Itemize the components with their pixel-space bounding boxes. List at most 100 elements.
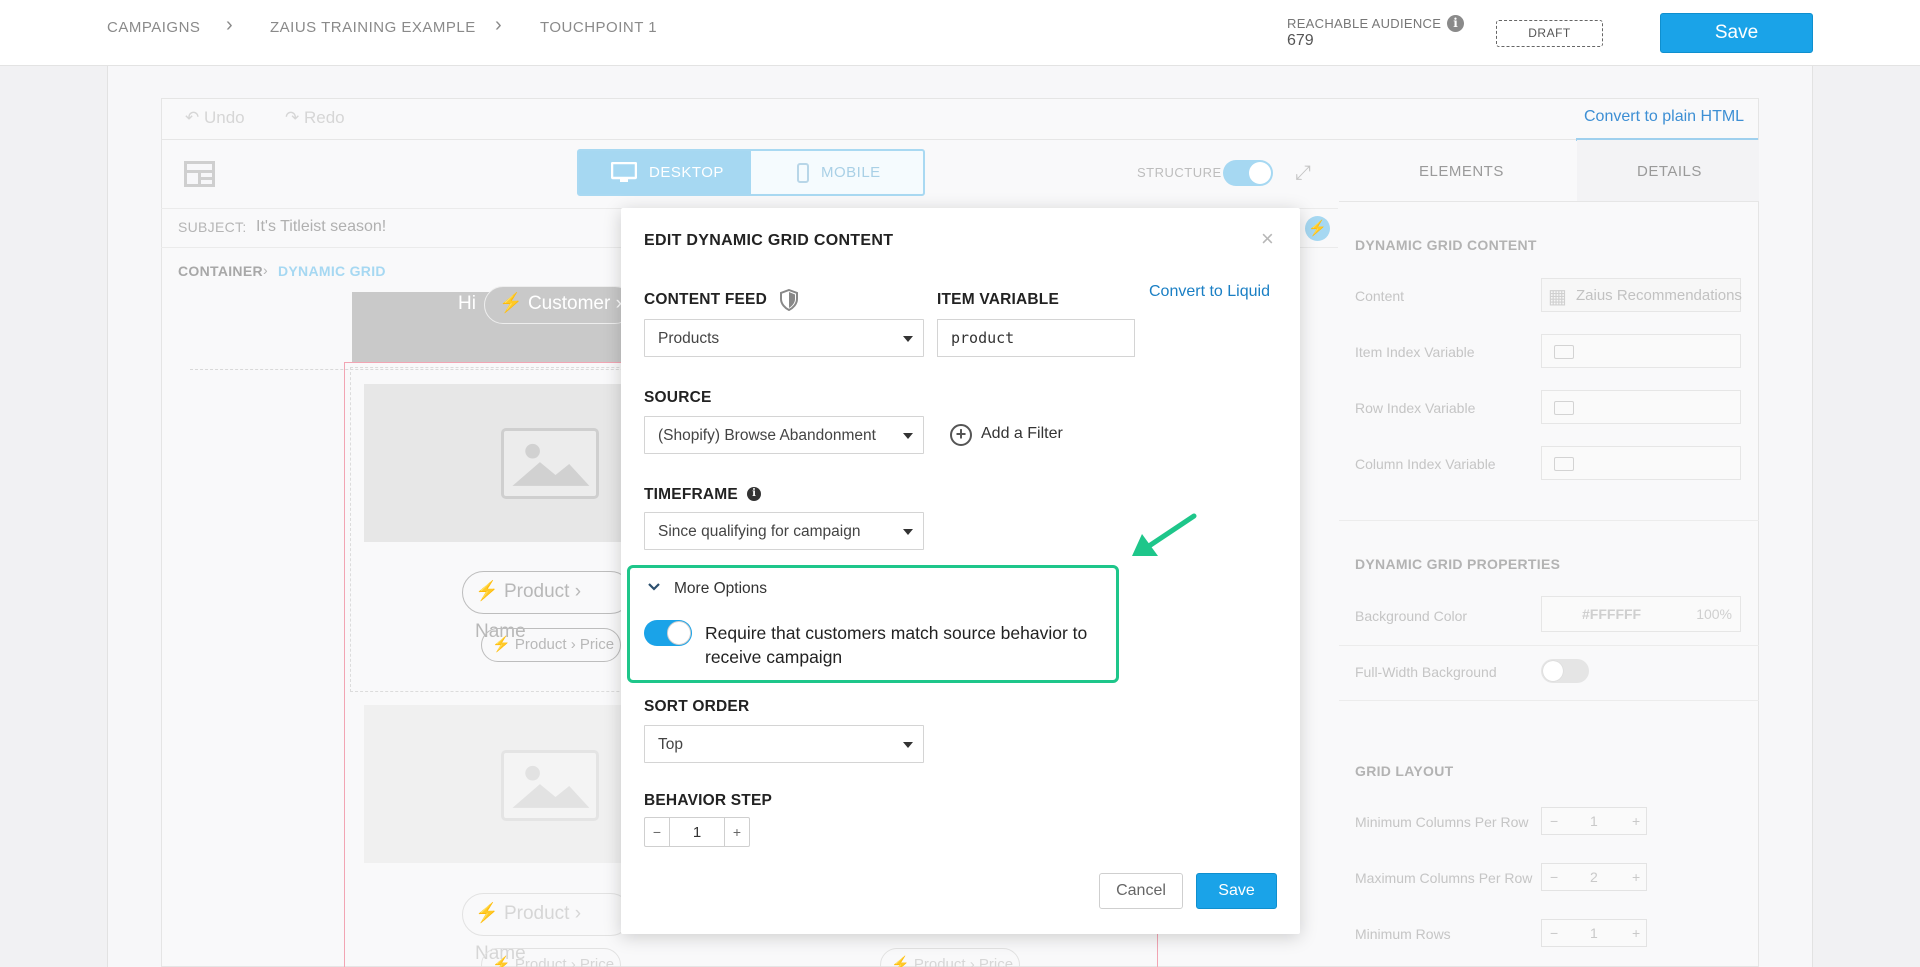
item-variable-label: ITEM VARIABLE <box>937 291 1060 308</box>
section-dynamic-grid-content: DYNAMIC GRID CONTENT <box>1355 237 1537 253</box>
min-rows-label: Minimum Rows <box>1355 926 1451 942</box>
source-value: (Shopify) Browse Abandonment <box>658 427 876 444</box>
undo-toolbar <box>161 98 1759 140</box>
chevron-right-icon: › <box>226 14 233 36</box>
sort-order-select[interactable]: Top <box>644 725 924 763</box>
undo-button[interactable]: ↶ Undo <box>185 108 245 128</box>
layout-icon[interactable] <box>184 161 215 187</box>
min-rows-stepper[interactable]: −1 + <box>1541 919 1647 947</box>
merge-tag-label: Product › Price <box>514 636 615 653</box>
merge-tag-customer[interactable]: ⚡ Customer › <box>484 286 634 324</box>
sort-order-value: Top <box>658 736 683 753</box>
redo-button[interactable]: ↷ Redo <box>285 108 345 128</box>
divider <box>1339 645 1759 646</box>
sort-order-label: SORT ORDER <box>644 698 750 715</box>
subject-label: SUBJECT: <box>178 219 247 235</box>
convert-to-liquid-link[interactable]: Convert to Liquid <box>1149 283 1270 301</box>
min-columns-label: Minimum Columns Per Row <box>1355 814 1529 830</box>
content-feed-select[interactable]: Products <box>644 319 924 357</box>
full-width-label: Full-Width Background <box>1355 664 1497 680</box>
expand-icon[interactable]: ⤢ <box>1295 162 1311 185</box>
behavior-step-value[interactable]: 1 <box>670 824 724 841</box>
grid-icon: ▦ <box>1548 286 1567 308</box>
timeframe-label: TIMEFRAME <box>644 486 738 503</box>
column-index-label: Column Index Variable <box>1355 456 1496 472</box>
chevron-down-icon[interactable] <box>647 580 661 594</box>
behavior-step-stepper: − 1 + <box>644 817 750 847</box>
close-icon[interactable]: × <box>1261 228 1274 250</box>
more-options-toggle[interactable]: More Options <box>674 580 767 598</box>
divider <box>1339 700 1759 701</box>
behavior-step-label: BEHAVIOR STEP <box>644 792 773 809</box>
image-icon <box>501 428 599 499</box>
add-filter-label: Add a Filter <box>981 425 1063 442</box>
background-opacity-value: 100% <box>1696 606 1732 622</box>
item-variable-input[interactable]: product <box>937 319 1135 357</box>
redo-label: Redo <box>303 108 345 127</box>
caret-down-icon <box>903 336 913 342</box>
merge-tag-label: Product › Price <box>514 956 615 967</box>
cancel-button[interactable]: Cancel <box>1099 873 1183 909</box>
merge-tag-product-price[interactable]: ⚡ Product › Price <box>481 948 621 967</box>
variable-icon <box>1554 401 1574 415</box>
annotation-arrow-icon <box>1132 513 1197 556</box>
device-toggle: DESKTOP MOBILE <box>577 149 925 196</box>
full-width-toggle[interactable] <box>1541 659 1589 683</box>
background-color-label: Background Color <box>1355 608 1468 624</box>
row-index-field[interactable] <box>1541 390 1741 424</box>
redo-icon: ↷ <box>285 108 304 127</box>
breadcrumb-campaign-name[interactable]: ZAIUS TRAINING EXAMPLE <box>270 19 476 36</box>
timeframe-select[interactable]: Since qualifying for campaign <box>644 512 924 550</box>
decrement-button[interactable]: − <box>645 818 670 846</box>
subject-input[interactable]: It's Titleist season! <box>256 218 386 236</box>
source-label: SOURCE <box>644 389 712 406</box>
structure-label: STRUCTURE <box>1137 165 1222 180</box>
merge-tag-label: Product › Price <box>913 956 1014 967</box>
tab-desktop[interactable]: DESKTOP <box>579 151 751 194</box>
content-value: Zaius Recommendations <box>1576 287 1742 304</box>
section-grid-layout: GRID LAYOUT <box>1355 763 1454 779</box>
merge-tag-product-price[interactable]: ⚡ Product › Price <box>481 628 621 662</box>
row-index-label: Row Index Variable <box>1355 400 1476 416</box>
tab-elements[interactable]: ELEMENTS <box>1419 163 1504 180</box>
source-select[interactable]: (Shopify) Browse Abandonment <box>644 416 924 454</box>
max-columns-stepper[interactable]: −2 + <box>1541 863 1647 891</box>
path-container[interactable]: CONTAINER <box>178 263 263 279</box>
path-dynamic-grid[interactable]: DYNAMIC GRID <box>278 263 386 279</box>
modal-save-button[interactable]: Save <box>1196 873 1277 909</box>
require-behavior-label: Require that customers match source beha… <box>705 623 1088 667</box>
item-index-field[interactable] <box>1541 334 1741 368</box>
mobile-label: MOBILE <box>821 164 881 181</box>
merge-tag-product-price[interactable]: ⚡ Product › Price <box>880 948 1020 967</box>
info-icon[interactable]: i <box>1447 15 1464 32</box>
merge-tag-product-name[interactable]: ⚡ Product › Name <box>462 571 632 642</box>
plus-circle-icon: + <box>950 424 972 446</box>
canvas-greeting: Hi <box>458 293 476 314</box>
column-index-field[interactable] <box>1541 446 1741 480</box>
convert-to-plain-html-link[interactable]: Convert to plain HTML <box>1584 108 1744 126</box>
content-field[interactable]: ▦ Zaius Recommendations <box>1541 278 1742 312</box>
tab-mobile[interactable]: MOBILE <box>751 151 923 194</box>
content-label: Content <box>1355 288 1405 304</box>
caret-down-icon <box>903 529 913 535</box>
variable-icon <box>1554 457 1574 471</box>
info-icon[interactable]: i <box>747 487 761 501</box>
max-columns-value: 2 <box>1590 869 1598 885</box>
background-color-field[interactable]: #FFFFFF 100% <box>1541 596 1741 632</box>
desktop-label: DESKTOP <box>649 164 724 181</box>
lightning-icon[interactable]: ⚡ <box>1305 216 1330 241</box>
tab-details[interactable]: DETAILS <box>1637 163 1702 180</box>
merge-tag-product-name[interactable]: ⚡ Product › Name <box>462 893 632 964</box>
breadcrumb-campaigns[interactable]: CAMPAIGNS <box>107 19 200 36</box>
increment-button[interactable]: + <box>724 818 749 846</box>
undo-label: Undo <box>203 108 245 127</box>
divider <box>1339 520 1759 521</box>
require-behavior-toggle[interactable] <box>644 620 692 646</box>
save-button[interactable]: Save <box>1660 13 1813 53</box>
structure-toggle[interactable] <box>1223 160 1273 186</box>
min-columns-stepper[interactable]: −1 + <box>1541 807 1647 835</box>
variable-icon <box>1554 345 1574 359</box>
shield-icon[interactable] <box>779 289 799 311</box>
caret-down-icon <box>903 742 913 748</box>
caret-down-icon <box>903 433 913 439</box>
